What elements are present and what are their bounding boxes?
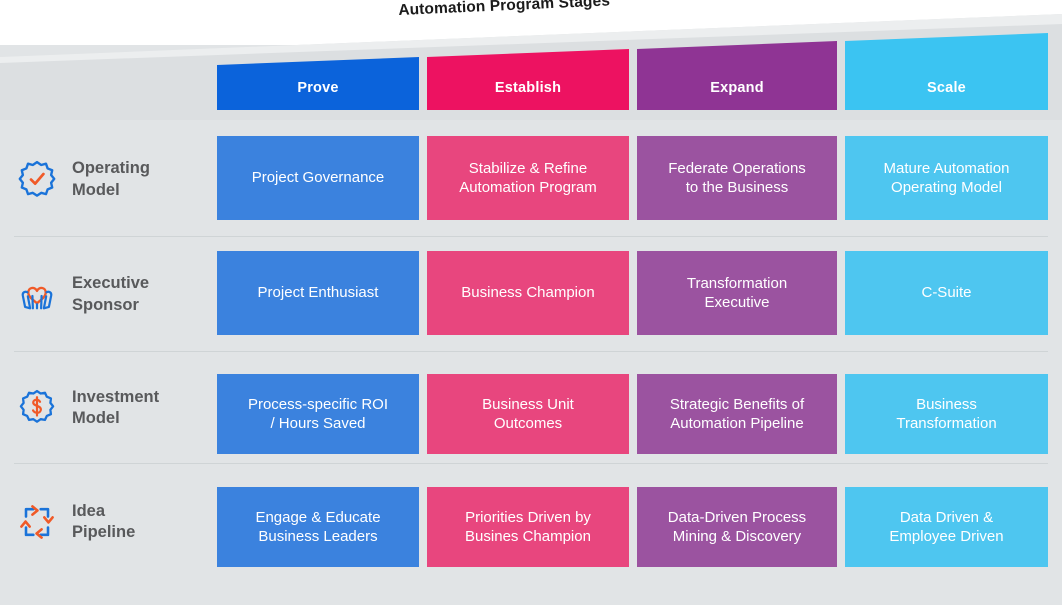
- cell-idea-pipeline-scale[interactable]: Data Driven & Employee Driven: [845, 487, 1048, 567]
- stage-header-scale-shape: [845, 30, 1048, 110]
- row-label-investment-model: Investment Model: [72, 387, 160, 427]
- gear-check-icon: [14, 157, 60, 203]
- cell-executive-sponsor-establish[interactable]: Business Champion: [427, 251, 629, 335]
- cell-idea-pipeline-establish[interactable]: Priorities Driven by Busines Champion: [427, 487, 629, 567]
- cell-idea-pipeline-expand[interactable]: Data-Driven Process Mining & Discovery: [637, 487, 837, 567]
- row-label-idea-pipeline: Idea Pipeline: [72, 501, 136, 541]
- stage-header-expand[interactable]: Expand: [637, 30, 837, 110]
- cell-investment-model-expand[interactable]: Strategic Benefits of Automation Pipelin…: [637, 374, 837, 454]
- cell-operating-model-establish[interactable]: Stabilize & Refine Automation Program: [427, 136, 629, 220]
- cell-investment-model-establish[interactable]: Business Unit Outcomes: [427, 374, 629, 454]
- cell-investment-model-prove[interactable]: Process-specific ROI / Hours Saved: [217, 374, 419, 454]
- row-investment-model: Investment Model Process-specific ROI / …: [0, 352, 1062, 464]
- page-title: Automation Program Stages: [398, 0, 611, 19]
- cell-executive-sponsor-expand[interactable]: Transformation Executive: [637, 251, 837, 335]
- row-executive-sponsor: Executive Sponsor Project Enthusiast Bus…: [0, 237, 1062, 352]
- pipeline-cycle-icon: [14, 499, 60, 545]
- stage-header-expand-label: Expand: [710, 80, 764, 96]
- row-head-investment-model: Investment Model: [0, 352, 216, 464]
- stage-header-prove[interactable]: Prove: [217, 30, 419, 110]
- stage-header-establish-shape: [427, 30, 629, 110]
- cell-operating-model-scale[interactable]: Mature Automation Operating Model: [845, 136, 1048, 220]
- stage-header-scale-label: Scale: [927, 80, 966, 96]
- row-label-executive-sponsor: Executive Sponsor: [72, 274, 150, 314]
- stage-header-expand-shape: [637, 30, 837, 110]
- row-operating-model: Operating Model Project Governance Stabi…: [0, 122, 1062, 237]
- stage-header-row: Prove Establish Expand Scale: [0, 30, 1062, 110]
- row-head-idea-pipeline: Idea Pipeline: [0, 464, 216, 580]
- stage-header-establish[interactable]: Establish: [427, 30, 629, 110]
- cell-operating-model-prove[interactable]: Project Governance: [217, 136, 419, 220]
- stage-header-establish-label: Establish: [494, 80, 562, 96]
- dollar-badge-icon: [14, 385, 60, 431]
- slide-canvas: Automation Program Stages Prove Establis…: [0, 0, 1062, 605]
- stage-header-prove-shape: [217, 30, 419, 110]
- row-idea-pipeline: Idea Pipeline Engage & Educate Business …: [0, 464, 1062, 580]
- hands-heart-icon: [14, 272, 60, 318]
- stage-header-prove-label: Prove: [297, 80, 339, 96]
- cell-executive-sponsor-scale[interactable]: C-Suite: [845, 251, 1048, 335]
- stage-header-scale[interactable]: Scale: [845, 30, 1048, 110]
- row-head-executive-sponsor: Executive Sponsor: [0, 237, 216, 352]
- row-label-operating-model: Operating Model: [72, 159, 150, 199]
- cell-idea-pipeline-prove[interactable]: Engage & Educate Business Leaders: [217, 487, 419, 567]
- cell-executive-sponsor-prove[interactable]: Project Enthusiast: [217, 251, 419, 335]
- row-head-operating-model: Operating Model: [0, 122, 216, 237]
- cell-operating-model-expand[interactable]: Federate Operations to the Business: [637, 136, 837, 220]
- cell-investment-model-scale[interactable]: Business Transformation: [845, 374, 1048, 454]
